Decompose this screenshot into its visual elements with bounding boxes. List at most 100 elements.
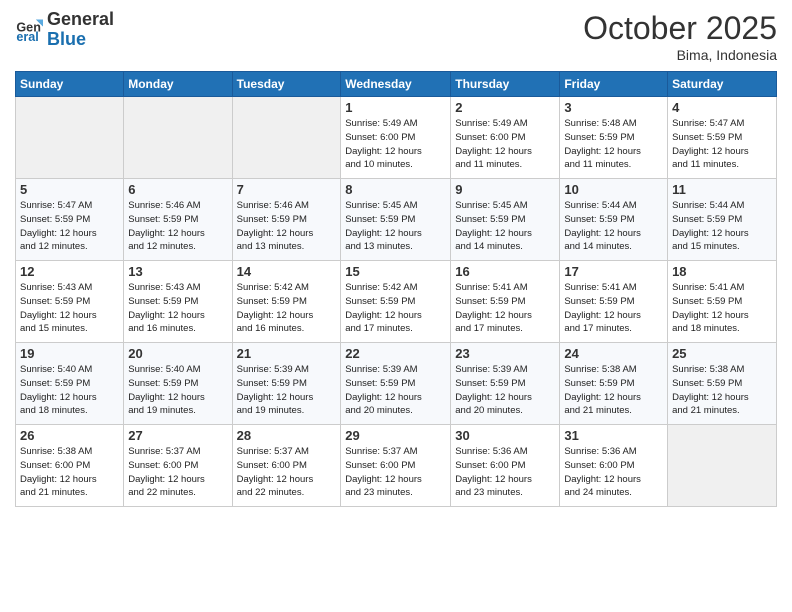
weekday-header: Sunday [16,72,124,97]
day-info: Sunrise: 5:44 AM Sunset: 5:59 PM Dayligh… [672,199,772,254]
day-info: Sunrise: 5:47 AM Sunset: 5:59 PM Dayligh… [672,117,772,172]
day-number: 15 [345,264,446,279]
calendar-week-row: 19 Sunrise: 5:40 AM Sunset: 5:59 PM Dayli… [16,343,777,425]
day-number: 3 [564,100,663,115]
calendar-week-row: 26 Sunrise: 5:38 AM Sunset: 6:00 PM Dayli… [16,425,777,507]
day-info: Sunrise: 5:38 AM Sunset: 5:59 PM Dayligh… [564,363,663,418]
calendar-day: 22Sunrise: 5:39 AM Sunset: 5:59 PM Dayli… [341,343,451,425]
day-info: Sunrise: 5:47 AM Sunset: 5:59 PM Dayligh… [20,199,119,254]
day-number: 7 [237,182,337,197]
day-number: 1 [345,100,446,115]
day-number: 26 [20,428,119,443]
calendar-week-row: 12 Sunrise: 5:43 AM Sunset: 5:59 PM Dayli… [16,261,777,343]
calendar-week-row: 1 Sunrise: 5:49 AM Sunset: 6:00 PM Daylig… [16,97,777,179]
day-info: Sunrise: 5:43 AM Sunset: 5:59 PM Dayligh… [20,281,119,336]
calendar-day: 26 Sunrise: 5:38 AM Sunset: 6:00 PM Dayli… [16,425,124,507]
calendar: SundayMondayTuesdayWednesdayThursdayFrid… [15,71,777,507]
day-info: Sunrise: 5:40 AM Sunset: 5:59 PM Dayligh… [20,363,119,418]
day-number: 23 [455,346,555,361]
calendar-day: 1 Sunrise: 5:49 AM Sunset: 6:00 PM Daylig… [341,97,451,179]
calendar-empty [16,97,124,179]
calendar-day: 27 Sunrise: 5:37 AM Sunset: 6:00 PM Dayli… [124,425,232,507]
day-info: Sunrise: 5:37 AM Sunset: 6:00 PM Dayligh… [345,445,446,500]
calendar-day: 20 Sunrise: 5:40 AM Sunset: 5:59 PM Dayli… [124,343,232,425]
day-number: 24 [564,346,663,361]
calendar-day: 3 Sunrise: 5:48 AM Sunset: 5:59 PM Daylig… [560,97,668,179]
day-number: 19 [20,346,119,361]
calendar-day: 16Sunrise: 5:41 AM Sunset: 5:59 PM Dayli… [451,261,560,343]
day-info: Sunrise: 5:41 AM Sunset: 5:59 PM Dayligh… [672,281,772,336]
calendar-day: 23 Sunrise: 5:39 AM Sunset: 5:59 PM Dayli… [451,343,560,425]
day-number: 29 [345,428,446,443]
day-number: 31 [564,428,663,443]
day-info: Sunrise: 5:40 AM Sunset: 5:59 PM Dayligh… [128,363,227,418]
weekday-header: Thursday [451,72,560,97]
day-info: Sunrise: 5:37 AM Sunset: 6:00 PM Dayligh… [128,445,227,500]
day-number: 27 [128,428,227,443]
month-title: October 2025 [583,10,777,47]
day-number: 5 [20,182,119,197]
day-info: Sunrise: 5:38 AM Sunset: 5:59 PM Dayligh… [672,363,772,418]
day-number: 28 [237,428,337,443]
day-number: 14 [237,264,337,279]
day-info: Sunrise: 5:49 AM Sunset: 6:00 PM Dayligh… [345,117,446,172]
calendar-day: 15Sunrise: 5:42 AM Sunset: 5:59 PM Dayli… [341,261,451,343]
logo-text: General Blue [47,10,114,50]
calendar-header-row: SundayMondayTuesdayWednesdayThursdayFrid… [16,72,777,97]
calendar-day: 4Sunrise: 5:47 AM Sunset: 5:59 PM Daylig… [668,97,777,179]
calendar-day: 28Sunrise: 5:37 AM Sunset: 6:00 PM Dayli… [232,425,341,507]
calendar-day: 12 Sunrise: 5:43 AM Sunset: 5:59 PM Dayli… [16,261,124,343]
calendar-day: 9Sunrise: 5:45 AM Sunset: 5:59 PM Daylig… [451,179,560,261]
day-info: Sunrise: 5:36 AM Sunset: 6:00 PM Dayligh… [564,445,663,500]
calendar-empty [232,97,341,179]
day-info: Sunrise: 5:39 AM Sunset: 5:59 PM Dayligh… [455,363,555,418]
day-number: 20 [128,346,227,361]
title-block: October 2025 Bima, Indonesia [583,10,777,63]
calendar-day: 7 Sunrise: 5:46 AM Sunset: 5:59 PM Daylig… [232,179,341,261]
calendar-day: 11Sunrise: 5:44 AM Sunset: 5:59 PM Dayli… [668,179,777,261]
calendar-day: 10 Sunrise: 5:44 AM Sunset: 5:59 PM Dayli… [560,179,668,261]
svg-text:eral: eral [16,30,38,44]
day-info: Sunrise: 5:46 AM Sunset: 5:59 PM Dayligh… [237,199,337,254]
day-info: Sunrise: 5:43 AM Sunset: 5:59 PM Dayligh… [128,281,227,336]
calendar-day: 19 Sunrise: 5:40 AM Sunset: 5:59 PM Dayli… [16,343,124,425]
day-info: Sunrise: 5:39 AM Sunset: 5:59 PM Dayligh… [237,363,337,418]
day-info: Sunrise: 5:36 AM Sunset: 6:00 PM Dayligh… [455,445,555,500]
calendar-empty [124,97,232,179]
day-info: Sunrise: 5:38 AM Sunset: 6:00 PM Dayligh… [20,445,119,500]
logo: Gen eral General Blue [15,10,114,50]
day-info: Sunrise: 5:44 AM Sunset: 5:59 PM Dayligh… [564,199,663,254]
day-info: Sunrise: 5:45 AM Sunset: 5:59 PM Dayligh… [345,199,446,254]
weekday-header: Friday [560,72,668,97]
calendar-day: 31 Sunrise: 5:36 AM Sunset: 6:00 PM Dayli… [560,425,668,507]
calendar-day: 21 Sunrise: 5:39 AM Sunset: 5:59 PM Dayli… [232,343,341,425]
day-info: Sunrise: 5:42 AM Sunset: 5:59 PM Dayligh… [237,281,337,336]
location: Bima, Indonesia [583,47,777,63]
day-number: 2 [455,100,555,115]
day-number: 9 [455,182,555,197]
day-number: 17 [564,264,663,279]
day-info: Sunrise: 5:39 AM Sunset: 5:59 PM Dayligh… [345,363,446,418]
calendar-day: 5 Sunrise: 5:47 AM Sunset: 5:59 PM Daylig… [16,179,124,261]
day-number: 10 [564,182,663,197]
calendar-week-row: 5 Sunrise: 5:47 AM Sunset: 5:59 PM Daylig… [16,179,777,261]
calendar-empty [668,425,777,507]
calendar-day: 2Sunrise: 5:49 AM Sunset: 6:00 PM Daylig… [451,97,560,179]
day-number: 12 [20,264,119,279]
day-info: Sunrise: 5:41 AM Sunset: 5:59 PM Dayligh… [564,281,663,336]
weekday-header: Saturday [668,72,777,97]
calendar-day: 13Sunrise: 5:43 AM Sunset: 5:59 PM Dayli… [124,261,232,343]
day-number: 16 [455,264,555,279]
weekday-header: Monday [124,72,232,97]
day-info: Sunrise: 5:48 AM Sunset: 5:59 PM Dayligh… [564,117,663,172]
calendar-day: 17 Sunrise: 5:41 AM Sunset: 5:59 PM Dayli… [560,261,668,343]
day-number: 21 [237,346,337,361]
day-info: Sunrise: 5:46 AM Sunset: 5:59 PM Dayligh… [128,199,227,254]
weekday-header: Wednesday [341,72,451,97]
day-number: 8 [345,182,446,197]
day-number: 6 [128,182,227,197]
weekday-header: Tuesday [232,72,341,97]
day-number: 18 [672,264,772,279]
calendar-day: 18 Sunrise: 5:41 AM Sunset: 5:59 PM Dayli… [668,261,777,343]
page-header: Gen eral General Blue October 2025 Bima,… [15,10,777,63]
